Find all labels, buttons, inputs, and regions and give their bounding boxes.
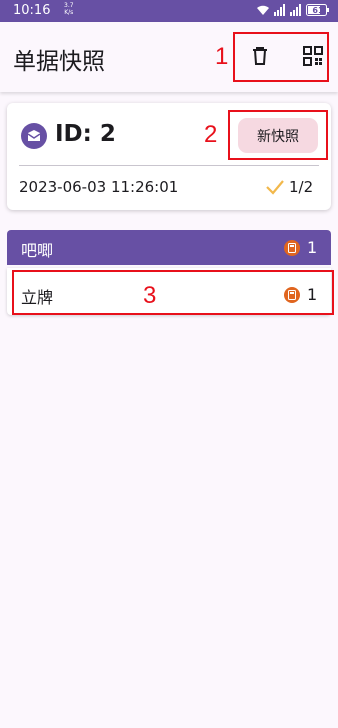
annotation-label-3: 3 (143, 282, 157, 309)
delete-icon[interactable] (248, 44, 272, 68)
network-speed-value: 3.7 (64, 2, 74, 9)
signal-icon-2 (290, 4, 301, 16)
status-icons: 61 (256, 4, 330, 18)
battery-level: 61 (312, 6, 324, 15)
wifi-icon (257, 5, 269, 15)
annotation-box-3 (12, 270, 334, 315)
signal-icon (274, 4, 285, 16)
group-name: 吧唧 (21, 241, 54, 260)
check-icon (266, 180, 284, 195)
page-title: 单据快照 (13, 49, 105, 75)
network-speed: 3.7 K/s (64, 2, 74, 16)
annotation-label-2: 2 (204, 121, 218, 148)
snapshot-progress: 1/2 (289, 178, 314, 196)
new-snapshot-button[interactable]: 新快照 (238, 118, 318, 153)
document-card: ID: 2 2 新快照 2023-06-03 11:26:01 1/2 (7, 103, 331, 210)
app-bar: 单据快照 1 (0, 22, 338, 92)
document-type-icon (21, 123, 47, 149)
qr-code-icon[interactable] (301, 44, 325, 68)
group-header[interactable]: 吧唧 1 (7, 230, 331, 265)
status-time: 10:16 (13, 3, 51, 18)
group-count: 1 (307, 238, 318, 257)
status-bar: 10:16 3.7 K/s 61 (0, 0, 338, 22)
document-id: ID: 2 (55, 121, 116, 147)
calculator-icon (284, 240, 300, 256)
network-speed-unit: K/s (64, 9, 74, 16)
snapshot-datetime: 2023-06-03 11:26:01 (19, 178, 179, 196)
annotation-label-1: 1 (215, 43, 229, 70)
card-divider (19, 165, 319, 166)
